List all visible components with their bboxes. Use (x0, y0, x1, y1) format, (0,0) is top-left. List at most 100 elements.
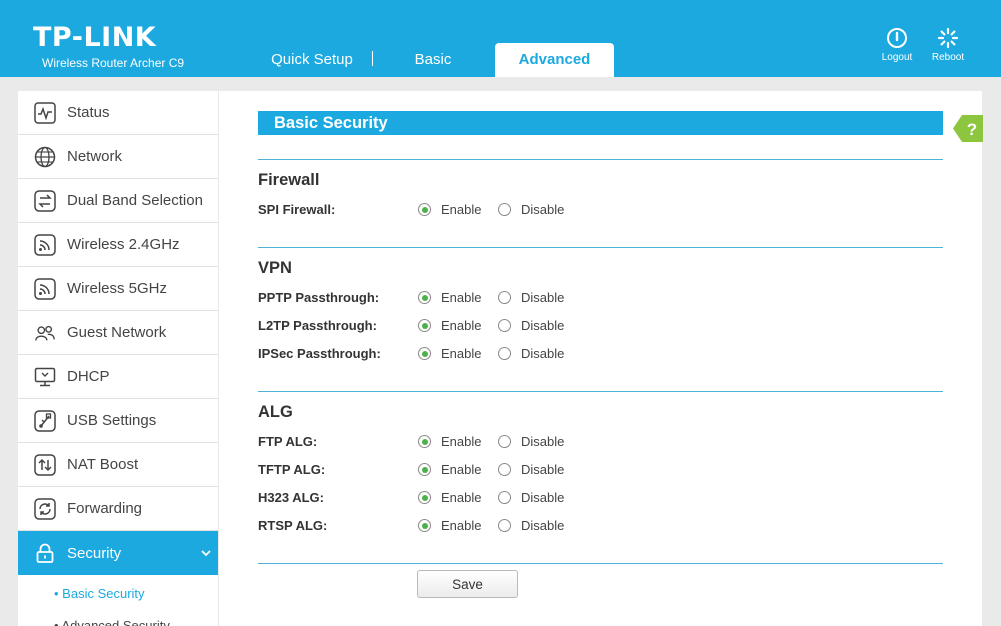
reboot-label: Reboot (931, 52, 965, 63)
sidebar-item-guest-network[interactable]: Guest Network (18, 311, 218, 355)
sidebar: Status Network Dual Band Selection Wirel… (18, 91, 218, 626)
header-bar: TP-LINK Wireless Router Archer C9 Quick … (0, 0, 1001, 77)
ipsec-disable-radio[interactable] (498, 347, 511, 360)
section-divider (258, 247, 943, 248)
spi-firewall-enable-radio[interactable] (418, 203, 431, 216)
rtsp-alg-disable-radio[interactable] (498, 519, 511, 532)
status-icon (34, 101, 56, 124)
enable-label: Enable (441, 462, 482, 477)
help-button[interactable]: ? (953, 115, 983, 142)
logout-button[interactable]: Logout (877, 26, 917, 63)
section-divider (258, 391, 943, 392)
ipsec-enable-radio[interactable] (418, 347, 431, 360)
sidebar-item-network[interactable]: Network (18, 135, 218, 179)
disable-label: Disable (521, 318, 565, 333)
sidebar-sub-basic-security[interactable]: • Basic Security (54, 586, 145, 601)
help-question-icon: ? (967, 120, 977, 139)
l2tp-disable-radio[interactable] (498, 319, 511, 332)
tftp-alg-disable-radio[interactable] (498, 463, 511, 476)
enable-label: Enable (441, 290, 482, 305)
sidebar-item-label: Forwarding (67, 500, 143, 517)
globe-icon (34, 146, 56, 168)
sidebar-item-label: USB Settings (67, 412, 157, 429)
enable-label: Enable (441, 434, 482, 449)
section-divider (258, 563, 943, 564)
sidebar-item-nat-boost[interactable]: NAT Boost (18, 443, 218, 487)
reboot-spinner-icon (928, 26, 968, 50)
wifi-icon (34, 277, 56, 300)
enable-label: Enable (441, 202, 482, 217)
sidebar-item-label: Security (67, 544, 122, 562)
sidebar-item-label: Wireless 5GHz (67, 280, 168, 297)
power-icon (877, 26, 917, 50)
disable-label: Disable (521, 346, 565, 361)
spi-firewall-disable-radio[interactable] (498, 203, 511, 216)
l2tp-passthrough-label: L2TP Passthrough: (258, 318, 377, 333)
logout-label: Logout (881, 52, 913, 63)
h323-alg-disable-radio[interactable] (498, 491, 511, 504)
enable-label: Enable (441, 318, 482, 333)
sidebar-item-usb-settings[interactable]: USB Settings (18, 399, 218, 443)
rtsp-alg-label: RTSP ALG: (258, 518, 328, 533)
section-title-vpn: VPN (258, 259, 292, 277)
section-title-firewall: Firewall (258, 171, 320, 189)
save-button[interactable]: Save (417, 570, 518, 598)
section-title-alg: ALG (258, 403, 293, 421)
l2tp-enable-radio[interactable] (418, 319, 431, 332)
reboot-button[interactable]: Reboot (928, 26, 968, 63)
enable-label: Enable (441, 518, 482, 533)
pptp-disable-radio[interactable] (498, 291, 511, 304)
disable-label: Disable (521, 434, 565, 449)
tab-advanced[interactable]: Advanced (495, 43, 614, 77)
wifi-icon (34, 233, 56, 256)
sidebar-item-dhcp[interactable]: DHCP (18, 355, 218, 399)
sidebar-item-label: Network (67, 148, 123, 165)
pptp-enable-radio[interactable] (418, 291, 431, 304)
enable-label: Enable (441, 490, 482, 505)
ipsec-passthrough-label: IPSec Passthrough: (258, 346, 381, 361)
disable-label: Disable (521, 290, 565, 305)
guest-users-icon (34, 322, 56, 344)
sidebar-item-security[interactable]: Security (18, 531, 218, 575)
enable-label: Enable (441, 346, 482, 361)
disable-label: Disable (521, 462, 565, 477)
tftp-alg-label: TFTP ALG: (258, 462, 326, 477)
page-title: Basic Security (258, 111, 943, 135)
monitor-icon (34, 366, 56, 388)
tab-separator (372, 51, 373, 66)
sidebar-item-label: Guest Network (67, 324, 167, 341)
model-name: Wireless Router Archer C9 (42, 56, 185, 70)
pptp-passthrough-label: PPTP Passthrough: (258, 290, 380, 305)
sidebar-item-wireless-5[interactable]: Wireless 5GHz (18, 267, 218, 311)
chevron-down-icon (200, 546, 212, 564)
h323-alg-enable-radio[interactable] (418, 491, 431, 504)
lock-icon (34, 542, 56, 564)
sidebar-sub-advanced-security[interactable]: • Advanced Security (54, 618, 170, 626)
ftp-alg-disable-radio[interactable] (498, 435, 511, 448)
sidebar-item-label: Wireless 2.4GHz (67, 236, 180, 253)
sidebar-item-label: Status (67, 104, 110, 121)
tp-link-logo: TP-LINK (33, 22, 157, 53)
refresh-arrows-icon (34, 497, 56, 520)
sidebar-item-dual-band[interactable]: Dual Band Selection (18, 179, 218, 223)
sidebar-item-label: Dual Band Selection (67, 192, 203, 209)
sidebar-item-status[interactable]: Status (18, 91, 218, 135)
sidebar-item-wireless-24[interactable]: Wireless 2.4GHz (18, 223, 218, 267)
rtsp-alg-enable-radio[interactable] (418, 519, 431, 532)
ftp-alg-label: FTP ALG: (258, 434, 318, 449)
tab-basic[interactable]: Basic (378, 43, 488, 77)
h323-alg-label: H323 ALG: (258, 490, 324, 505)
sidebar-item-forwarding[interactable]: Forwarding (18, 487, 218, 531)
tftp-alg-enable-radio[interactable] (418, 463, 431, 476)
up-down-arrows-icon (34, 453, 56, 476)
switch-arrows-icon (34, 189, 56, 212)
disable-label: Disable (521, 202, 565, 217)
spi-firewall-label: SPI Firewall: (258, 202, 336, 217)
ftp-alg-enable-radio[interactable] (418, 435, 431, 448)
sidebar-item-label: NAT Boost (67, 456, 139, 473)
disable-label: Disable (521, 518, 565, 533)
disable-label: Disable (521, 490, 565, 505)
section-divider (258, 159, 943, 160)
tab-quick-setup[interactable]: Quick Setup (255, 43, 369, 77)
usb-icon (34, 409, 56, 432)
